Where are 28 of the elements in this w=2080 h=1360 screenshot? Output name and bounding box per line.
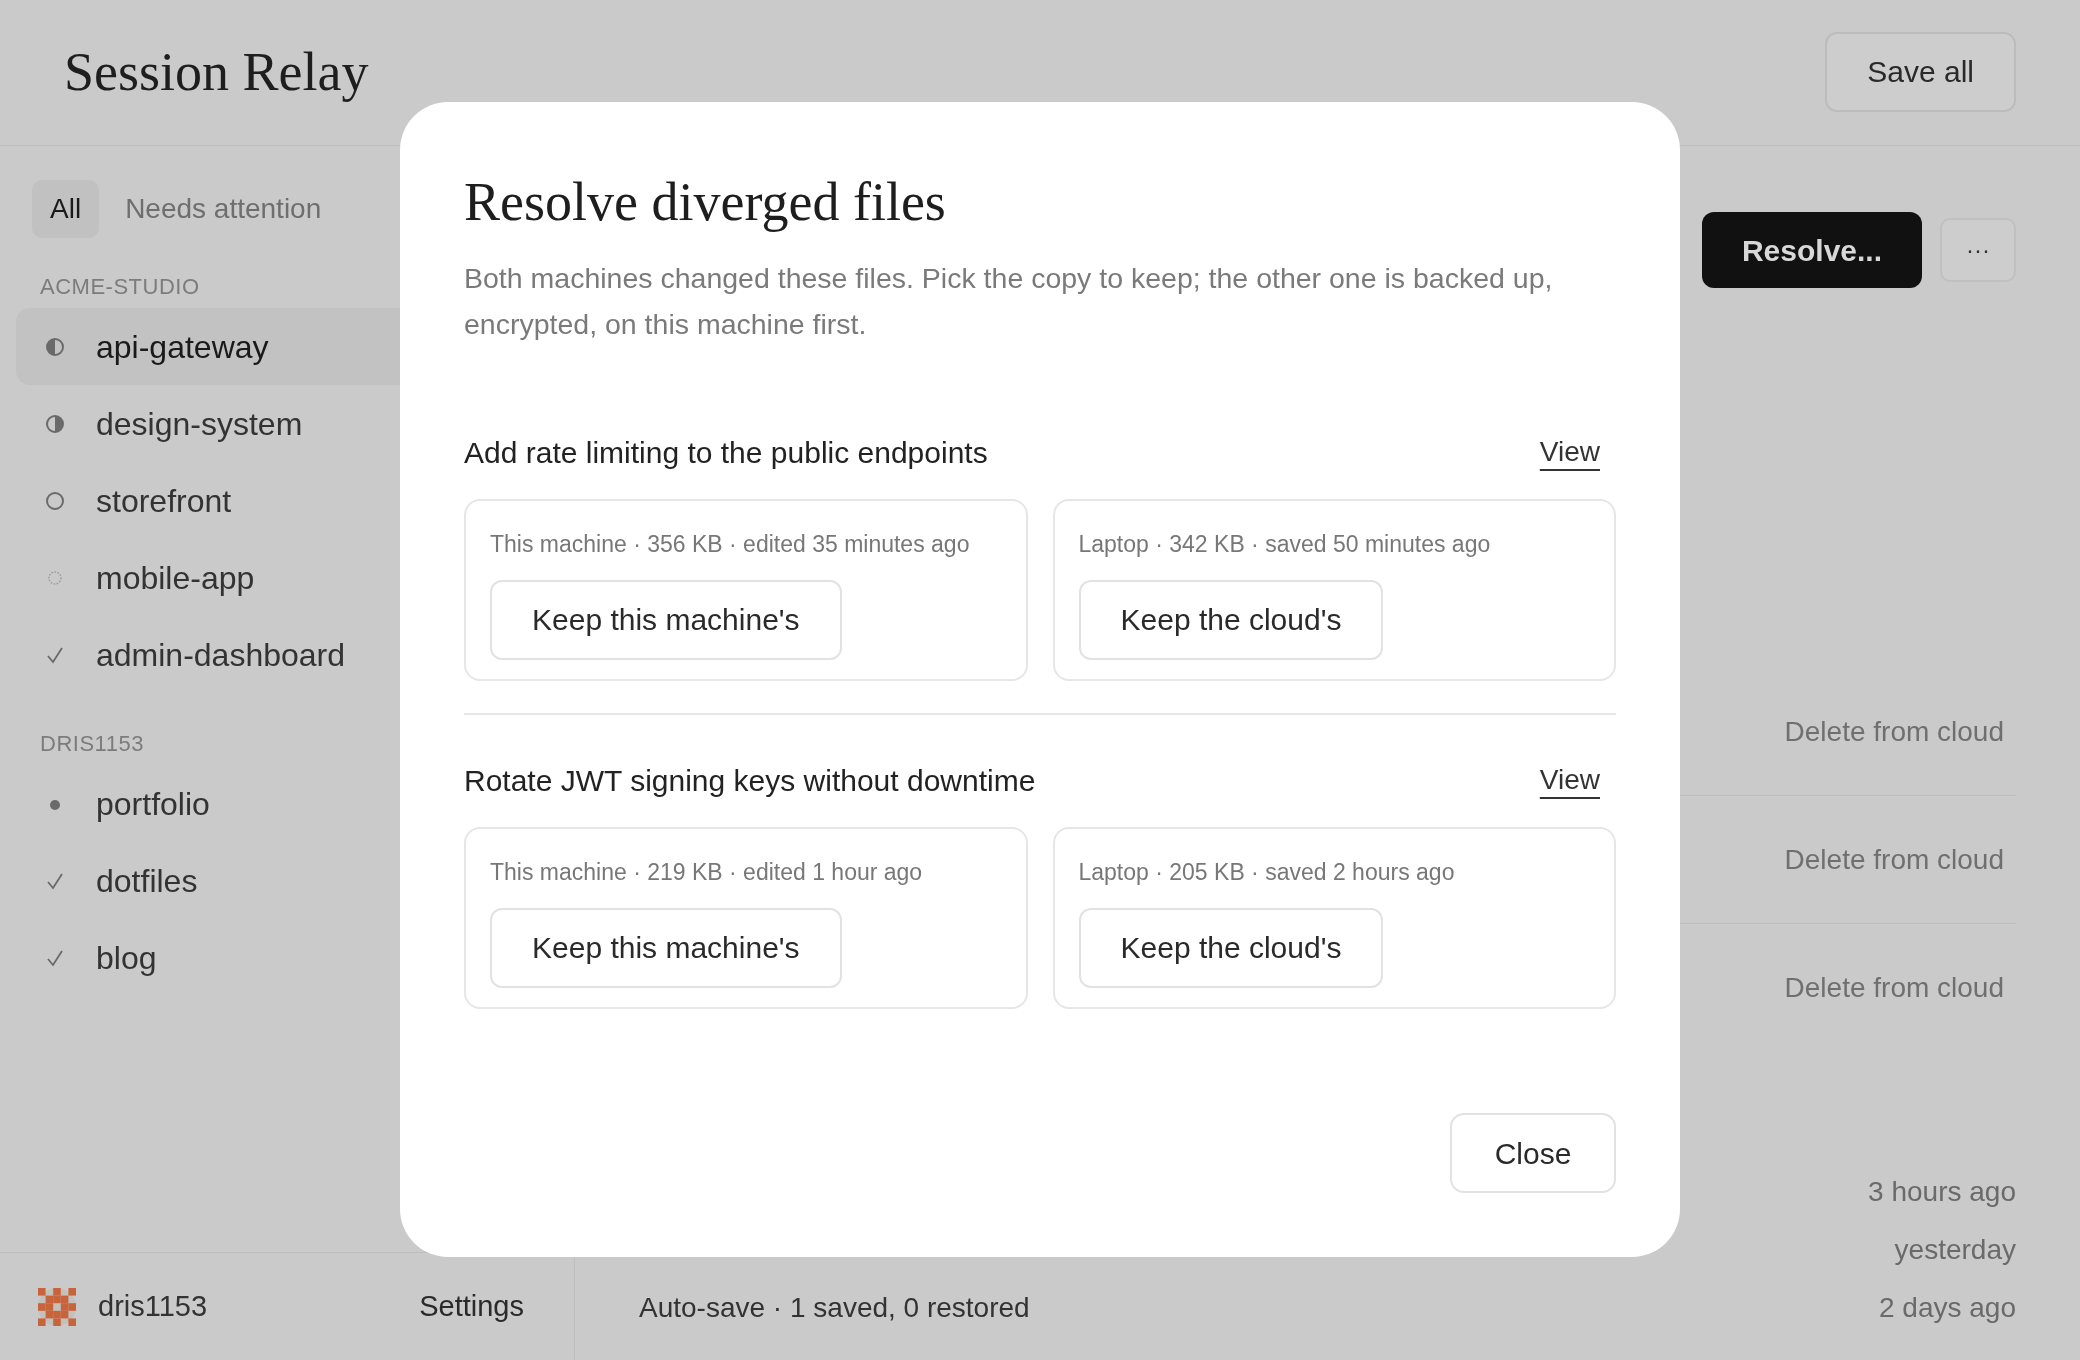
version-meta: Laptop · 205 KB · saved 2 hours ago	[1078, 858, 1455, 887]
resolve-button[interactable]: Resolve...	[1702, 212, 1922, 288]
conflict-title: Rotate JWT signing keys without downtime	[464, 762, 1036, 799]
keep-button[interactable]: Keep the cloud's	[1078, 579, 1384, 660]
group-label: DRIS1153	[40, 729, 144, 758]
version-meta: This machine · 219 KB · edited 1 hour ago	[490, 858, 923, 887]
conflict-title: Add rate limiting to the public endpoints	[464, 434, 988, 471]
activity-time: 2 days ago	[1879, 1291, 2016, 1325]
close-button[interactable]: Close	[1450, 1113, 1616, 1193]
keep-button[interactable]: Keep this machine's	[490, 907, 842, 988]
view-link[interactable]: View	[1539, 759, 1600, 801]
keep-button[interactable]: Keep this machine's	[490, 579, 842, 660]
activity-text: Auto-save · 1 saved, 0 restored	[639, 1291, 1030, 1325]
filter-tab[interactable]: All	[32, 180, 100, 238]
activity-time: yesterday	[1894, 1233, 2016, 1267]
app-title: Session Relay	[64, 41, 369, 104]
settings-link[interactable]: Settings	[419, 1284, 524, 1329]
more-button[interactable]: ···	[1940, 218, 2016, 282]
version-meta: Laptop · 342 KB · saved 50 minutes ago	[1078, 530, 1491, 559]
user-name: dris1153	[98, 1288, 208, 1324]
avatar-icon	[38, 1287, 76, 1326]
activity-time: 3 hours ago	[1868, 1175, 2016, 1209]
keep-button[interactable]: Keep the cloud's	[1078, 907, 1384, 988]
group-label: ACME-STUDIO	[40, 272, 200, 301]
view-link[interactable]: View	[1539, 431, 1600, 473]
dialog-title: Resolve diverged files	[464, 171, 947, 234]
save-all-button[interactable]: Save all	[1825, 31, 2016, 112]
version-meta: This machine · 356 KB · edited 35 minutes ago	[490, 530, 970, 559]
